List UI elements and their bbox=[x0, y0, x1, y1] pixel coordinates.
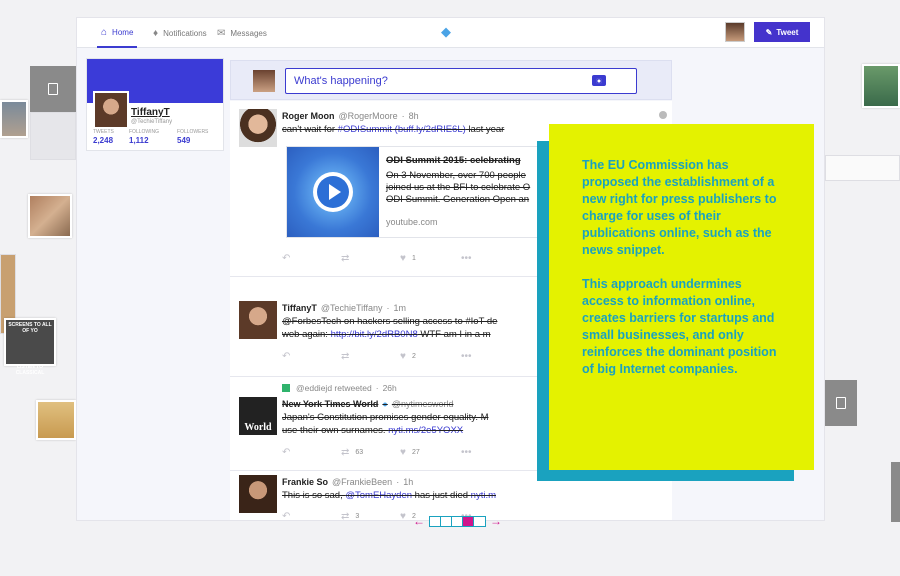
compose-input[interactable] bbox=[285, 68, 637, 94]
compose-box bbox=[230, 60, 672, 100]
tweet-button-label: Tweet bbox=[776, 27, 799, 37]
retweet-icon[interactable]: ⇄ bbox=[341, 351, 349, 362]
slide-pager: ← → bbox=[413, 514, 502, 528]
prev-arrow-icon[interactable]: ← bbox=[413, 515, 425, 527]
background-photo bbox=[862, 64, 900, 108]
retweet-icon[interactable]: ⇄ bbox=[341, 253, 349, 264]
profile-name[interactable]: TiffanyT bbox=[131, 107, 170, 118]
compose-avatar bbox=[253, 70, 275, 92]
camera-icon[interactable] bbox=[592, 75, 606, 86]
tweet-text: @ForbesTech on hackers selling access to… bbox=[282, 316, 498, 327]
nav-notifications[interactable]: ♦ Notifications bbox=[153, 18, 207, 48]
tweet-link[interactable]: #ODISummit (buff.ly/2dRIE6L) bbox=[338, 124, 466, 135]
profile-handle: @TechieTiffany bbox=[131, 119, 173, 125]
pager-dot[interactable] bbox=[441, 516, 452, 526]
callout-paragraph: The EU Commission has proposed the estab… bbox=[582, 158, 777, 257]
tweet-avatar[interactable]: World bbox=[239, 397, 277, 435]
compose-icon: ✎ bbox=[765, 27, 773, 37]
verified-icon: ● bbox=[382, 399, 388, 409]
tweet-author[interactable]: New York Times World ● @nytimesworld bbox=[282, 399, 453, 409]
tweet-text: Japan's Constitution promises gender equ… bbox=[282, 412, 489, 423]
tweet-link[interactable]: nyti.ms/2e5YOXX bbox=[388, 425, 463, 436]
pager-dots bbox=[429, 515, 486, 527]
retweet-button[interactable]: ⇄ 3 bbox=[341, 511, 359, 521]
heart-icon: ♥ bbox=[400, 351, 406, 362]
tweet-text: This is so sad, @TomEHayden has just die… bbox=[282, 490, 496, 501]
background-tweet-tile bbox=[825, 155, 900, 181]
card-description: joined us at the BFI to celebrate O bbox=[386, 182, 531, 193]
image-placeholder-tile bbox=[891, 462, 900, 522]
like-button[interactable]: ♥ 2 bbox=[400, 351, 416, 362]
tweet-avatar[interactable] bbox=[239, 301, 277, 339]
tweet-text: can't wait for #ODISummit (buff.ly/2dRIE… bbox=[282, 124, 505, 135]
tweet-avatar[interactable] bbox=[239, 109, 277, 147]
user-avatar[interactable] bbox=[725, 22, 745, 42]
image-placeholder-tile bbox=[30, 66, 76, 112]
like-button[interactable]: ♥ 27 bbox=[400, 447, 420, 458]
background-photo bbox=[28, 194, 72, 238]
callout-paragraph: This approach undermines access to infor… bbox=[582, 277, 777, 376]
retweet-button[interactable]: ⇄ 63 bbox=[341, 447, 363, 458]
pager-dot[interactable] bbox=[430, 516, 441, 526]
card-description: On 3 November, over 700 people bbox=[386, 170, 526, 181]
heart-icon: ♥ bbox=[400, 511, 406, 521]
tweet-author[interactable]: Frankie So @FrankieBeen · 1h bbox=[282, 477, 413, 487]
envelope-icon: ✉ bbox=[217, 27, 226, 39]
card-description: ODI Summit. Generation Open an bbox=[386, 194, 530, 205]
like-button[interactable]: ♥ 1 bbox=[400, 253, 416, 264]
card-domain: youtube.com bbox=[386, 217, 438, 227]
retweet-context: @eddiejd retweeted · 26h bbox=[282, 383, 397, 393]
nav-notifications-label: Notifications bbox=[163, 28, 207, 38]
more-icon[interactable]: ••• bbox=[461, 253, 472, 264]
background-tile bbox=[30, 112, 76, 160]
home-icon: ⌂ bbox=[101, 26, 108, 38]
reply-icon[interactable]: ↶ bbox=[282, 511, 290, 520]
callout-panel: The EU Commission has proposed the estab… bbox=[549, 124, 814, 470]
tweet-text: use their own surnames. nyti.ms/2e5YOXX bbox=[282, 425, 464, 436]
background-meme: SCREENS TO ALL OF YO LISTEN TO CLASSICAL bbox=[4, 318, 56, 376]
retweet-icon: ⇄ bbox=[341, 447, 350, 458]
nav-messages-label: Messages bbox=[230, 28, 267, 38]
stat-followers[interactable]: FOLLOWERS 549 bbox=[177, 129, 208, 145]
tweet-link[interactable]: nyti.m bbox=[471, 490, 496, 501]
background-photo bbox=[36, 400, 76, 440]
profile-avatar[interactable] bbox=[93, 91, 129, 129]
settings-icon[interactable] bbox=[659, 111, 667, 119]
retweet-icon: ⇄ bbox=[341, 511, 350, 521]
reply-icon[interactable]: ↶ bbox=[282, 447, 290, 458]
tweet-avatar[interactable] bbox=[239, 475, 277, 513]
video-thumbnail[interactable] bbox=[287, 147, 379, 237]
retweet-badge-icon bbox=[282, 384, 290, 392]
background-photo bbox=[0, 100, 28, 138]
heart-icon: ♥ bbox=[400, 447, 406, 458]
image-placeholder-tile bbox=[825, 380, 857, 426]
reply-icon[interactable]: ↶ bbox=[282, 351, 290, 362]
tweet-mention[interactable]: @TomEHayden bbox=[345, 490, 412, 501]
nav-home[interactable]: ⌂ Home bbox=[97, 18, 138, 48]
pager-dot[interactable] bbox=[452, 516, 463, 526]
heart-icon: ♥ bbox=[400, 253, 406, 264]
tweet-button[interactable]: ✎ Tweet bbox=[754, 22, 810, 42]
nav-home-label: Home bbox=[112, 27, 134, 37]
bell-icon: ♦ bbox=[153, 27, 159, 39]
stat-following[interactable]: FOLLOWING 1,112 bbox=[129, 129, 159, 145]
next-arrow-icon[interactable]: → bbox=[490, 515, 502, 527]
tweet-text: web again: http://bit.ly/2dRB0N8 WTF am … bbox=[282, 329, 491, 340]
more-icon[interactable]: ••• bbox=[461, 447, 472, 458]
tweet-author[interactable]: TiffanyT @TechieTiffany · 1m bbox=[282, 303, 406, 313]
profile-card: TiffanyT @TechieTiffany TWEETS 2,248 FOL… bbox=[86, 58, 224, 151]
stat-tweets[interactable]: TWEETS 2,248 bbox=[93, 129, 114, 145]
card-title: ODI Summit 2015: celebrating bbox=[386, 155, 521, 166]
play-icon[interactable] bbox=[313, 172, 353, 212]
top-nav: ⌂ Home ♦ Notifications ✉ Messages ◆ ✎ Tw… bbox=[77, 18, 824, 48]
nav-messages[interactable]: ✉ Messages bbox=[217, 18, 267, 48]
reply-icon[interactable]: ↶ bbox=[282, 253, 290, 264]
twitter-bird-icon[interactable]: ◆ bbox=[438, 25, 454, 39]
tweet-link[interactable]: http://bit.ly/2dRB0N8 bbox=[331, 329, 418, 340]
tweet-author[interactable]: Roger Moon @RogerMoore · 8h bbox=[282, 111, 419, 121]
pager-dot-active[interactable] bbox=[463, 516, 474, 526]
more-icon[interactable]: ••• bbox=[461, 351, 472, 362]
pager-dot[interactable] bbox=[474, 516, 485, 526]
